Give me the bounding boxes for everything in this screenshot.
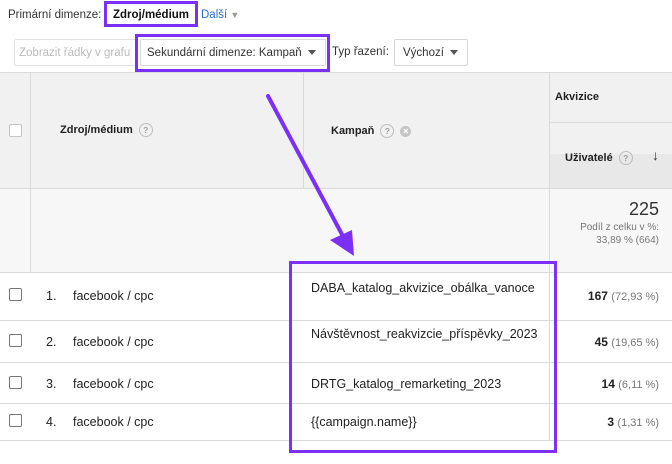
annotation-arrow-icon (266, 94, 354, 256)
